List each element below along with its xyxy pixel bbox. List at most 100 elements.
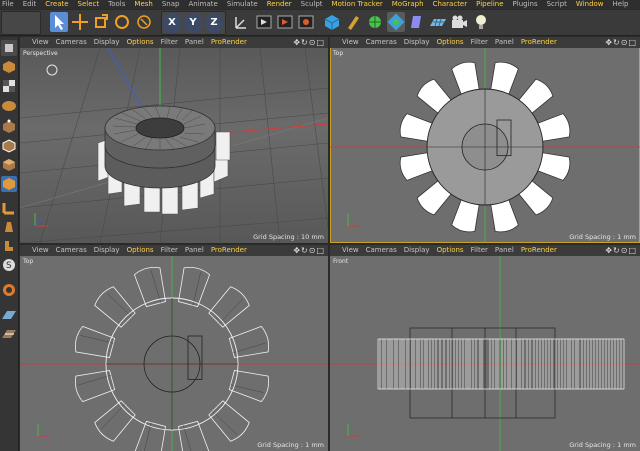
array-generator-icon[interactable]	[387, 12, 405, 32]
menu-character[interactable]: Character	[433, 0, 468, 9]
viewport-menu-display[interactable]: Display	[94, 245, 120, 256]
viewport-nav-icons[interactable]: ✥↻⊙□	[605, 38, 637, 47]
viewport-nav-icons[interactable]: ✥↻⊙□	[293, 246, 325, 255]
viewport-menu-prorender[interactable]: ProRender	[521, 245, 557, 256]
viewport-menu-prorender[interactable]: ProRender	[521, 37, 557, 48]
viewport-menu-filter[interactable]: Filter	[471, 37, 488, 48]
menu-mesh[interactable]: Mesh	[134, 0, 152, 9]
top-wireframe-scene[interactable]	[20, 256, 328, 451]
axis-z-lock-button[interactable]: Z	[205, 13, 223, 33]
menu-script[interactable]: Script	[547, 0, 567, 9]
axis-x-lock-button[interactable]: X	[163, 13, 181, 33]
menu-motion-tracker[interactable]: Motion Tracker	[332, 0, 383, 9]
viewport-nav-icons[interactable]: ✥↻⊙□	[605, 246, 637, 255]
light-object-icon[interactable]	[472, 12, 490, 32]
viewport-menu-cameras[interactable]: Cameras	[366, 245, 397, 256]
viewport-menu-cameras[interactable]: Cameras	[56, 37, 87, 48]
viewport-menu-display[interactable]: Display	[404, 37, 430, 48]
viewport-menu-options[interactable]: Options	[127, 37, 154, 48]
menu-animate[interactable]: Animate	[188, 0, 217, 9]
move-tool-icon[interactable]	[71, 12, 89, 32]
locked-workplane-icon[interactable]	[1, 282, 17, 298]
viewport-menu-panel[interactable]: Panel	[495, 37, 514, 48]
camera-object-icon[interactable]	[450, 12, 468, 32]
menu-create[interactable]: Create	[45, 0, 68, 9]
viewport-menu-view[interactable]: View	[342, 245, 359, 256]
rotate-tool-icon[interactable]	[113, 12, 131, 32]
viewport-menu-filter[interactable]: Filter	[161, 37, 178, 48]
top-right-scene[interactable]	[330, 48, 640, 243]
recent-tool-icon[interactable]	[135, 12, 153, 32]
grid-workplane-icon[interactable]	[1, 326, 17, 342]
cube-primitive-icon[interactable]	[323, 12, 341, 32]
model-mode-icon[interactable]	[1, 59, 17, 75]
menu-mograph[interactable]: MoGraph	[392, 0, 424, 9]
viewport-menu-cameras[interactable]: Cameras	[56, 245, 87, 256]
viewport-menu-filter[interactable]: Filter	[471, 245, 488, 256]
deformer-icon[interactable]	[408, 12, 426, 32]
viewport-menu-panel[interactable]: Panel	[185, 245, 204, 256]
front-scene[interactable]	[330, 256, 640, 451]
viewport-menu-options[interactable]: Options	[127, 245, 154, 256]
menu-file[interactable]: File	[2, 0, 14, 9]
texture-mode-icon[interactable]	[1, 78, 17, 94]
polygons-mode-icon[interactable]	[1, 157, 17, 173]
top-viewport-wireframe[interactable]: View Cameras Display Options Filter Panel ProR…	[20, 245, 328, 451]
render-view-icon[interactable]	[255, 12, 273, 32]
object-mode-icon[interactable]	[1, 176, 17, 192]
scale-tool-icon[interactable]	[92, 12, 110, 32]
menu-tools[interactable]: Tools	[108, 0, 125, 9]
points-mode-icon[interactable]	[1, 119, 17, 135]
menu-edit[interactable]: Edit	[23, 0, 37, 9]
front-viewport[interactable]: View Cameras Display Options Filter Panel ProR…	[330, 245, 640, 451]
axis-y-lock-button[interactable]: Y	[184, 13, 202, 33]
menu-help[interactable]: Help	[613, 0, 629, 9]
menu-plugins[interactable]: Plugins	[513, 0, 538, 9]
menu-pipeline[interactable]: Pipeline	[476, 0, 503, 9]
coordinate-system-icon[interactable]	[232, 12, 250, 32]
menu-window[interactable]: Window	[576, 0, 604, 9]
axis-gizmo	[37, 424, 50, 437]
menu-snap[interactable]: Snap	[162, 0, 180, 9]
viewport-menu-panel[interactable]: Panel	[185, 37, 204, 48]
viewport-nav-icons[interactable]: ✥↻⊙□	[293, 38, 325, 47]
gear-tooth	[74, 370, 116, 403]
viewport-menu-prorender[interactable]: ProRender	[211, 245, 247, 256]
workplane-icon[interactable]	[1, 97, 17, 113]
viewport-menu-panel[interactable]: Panel	[495, 245, 514, 256]
viewport-menu-filter[interactable]: Filter	[161, 245, 178, 256]
menu-sculpt[interactable]: Sculpt	[301, 0, 323, 9]
select-tool-icon[interactable]	[50, 12, 68, 32]
perspective-scene[interactable]	[20, 48, 328, 243]
floor-object-icon[interactable]	[429, 12, 447, 32]
snap-icon[interactable]	[1, 238, 17, 254]
viewport-menu-view[interactable]: View	[32, 245, 49, 256]
edges-mode-icon[interactable]	[1, 138, 17, 154]
render-settings-icon[interactable]	[297, 12, 315, 32]
viewport-menu-options[interactable]: Options	[437, 245, 464, 256]
axis-mode-icon[interactable]	[1, 200, 17, 216]
menu-select[interactable]: Select	[78, 0, 100, 9]
render-to-picture-viewer-icon[interactable]	[276, 12, 294, 32]
pen-spline-icon[interactable]	[344, 12, 362, 32]
perspective-viewport[interactable]: View Cameras Display Options Filter Panel ProR…	[20, 37, 328, 243]
viewport-menu-options[interactable]: Options	[437, 37, 464, 48]
undo-redo-group[interactable]	[1, 11, 41, 35]
menu-simulate[interactable]: Simulate	[227, 0, 258, 9]
cursor-circle-icon	[46, 64, 58, 76]
gear-tooth	[94, 286, 136, 328]
viewport-menu-display[interactable]: Display	[94, 37, 120, 48]
viewport-menu-display[interactable]: Display	[404, 245, 430, 256]
viewport-menu-prorender[interactable]: ProRender	[211, 37, 247, 48]
make-editable-icon[interactable]	[1, 40, 17, 56]
viewport-menu-view[interactable]: View	[32, 37, 49, 48]
viewport-menu-cameras[interactable]: Cameras	[366, 37, 397, 48]
tweak-mode-icon[interactable]	[1, 219, 17, 235]
solo-mode-icon[interactable]: S	[1, 257, 17, 273]
subdivision-surface-icon[interactable]	[366, 12, 384, 32]
top-viewport-right[interactable]: View Cameras Display Options Filter Panel ProR…	[330, 37, 640, 243]
menu-render[interactable]: Render	[267, 0, 292, 9]
planar-workplane-icon[interactable]	[1, 307, 17, 323]
viewport-menu-view[interactable]: View	[342, 37, 359, 48]
viewport-divider-horizontal[interactable]	[20, 243, 640, 245]
